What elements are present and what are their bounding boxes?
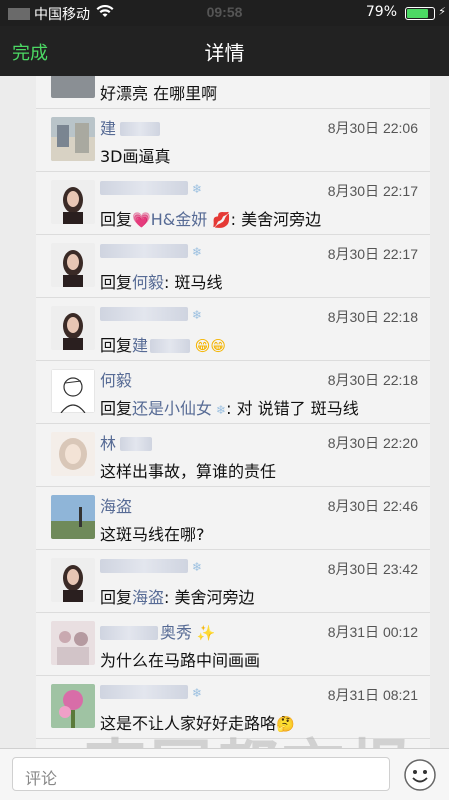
commenter-name[interactable]: ❄ xyxy=(100,304,202,323)
avatar[interactable] xyxy=(51,495,95,539)
comment-text: 回复建 😁😁 xyxy=(100,336,227,355)
comment-text: 这样出事故，算谁的责任 xyxy=(100,462,277,481)
nav-bar: 完成 详情 xyxy=(0,26,449,76)
badge-icon: ❄ xyxy=(192,560,203,574)
list-item[interactable]: 海盗 8月30日 22:46 这斑马线在哪? xyxy=(36,487,430,550)
comment-text: 回复还是小仙女 ❄: 对 说错了 斑马线 xyxy=(100,399,359,418)
comment-text: 这斑马线在哪? xyxy=(100,525,205,544)
list-item[interactable]: 何毅 8月30日 22:18 回复还是小仙女 ❄: 对 说错了 斑马线 xyxy=(36,361,430,424)
avatar[interactable] xyxy=(51,306,95,350)
comment-text: 为什么在马路中间画画 xyxy=(100,651,261,670)
comment-time: 8月30日 22:17 xyxy=(327,183,418,199)
comment-time: 8月30日 22:18 xyxy=(327,309,418,325)
comment-text: 好漂亮 在哪里啊 xyxy=(100,84,218,103)
commenter-name[interactable]: ❄ xyxy=(100,241,202,260)
badge-icon: ❄ xyxy=(192,182,203,196)
comment-time: 8月31日 08:21 xyxy=(327,687,418,703)
commenter-name[interactable]: 何毅 xyxy=(100,367,132,391)
badge-icon: ❄ xyxy=(192,245,203,259)
list-item[interactable]: ❄ 8月30日 23:42 回复海盗: 美舍河旁边 xyxy=(36,550,430,613)
lips-emoji: 💋 xyxy=(207,211,231,229)
list-item[interactable]: ❄ 8月30日 22:17 回复何毅: 斑马线 xyxy=(36,235,430,298)
commenter-name[interactable]: 海盗 xyxy=(100,493,132,517)
reply-target-link[interactable]: 还是小仙女 xyxy=(132,399,212,418)
avatar[interactable] xyxy=(51,621,95,665)
list-item[interactable]: 建 8月30日 22:06 3D画逼真 xyxy=(36,109,430,172)
page-title: 详情 xyxy=(204,41,245,65)
battery-icon xyxy=(405,7,435,20)
smiley-icon[interactable] xyxy=(403,758,437,792)
avatar[interactable] xyxy=(51,558,95,602)
comment-placeholder: 评论 xyxy=(25,769,58,788)
commenter-name[interactable]: ❄ xyxy=(100,682,202,701)
commenter-name[interactable]: ❄ xyxy=(100,556,202,575)
reply-target-link[interactable]: H&金妍 xyxy=(151,210,208,229)
reply-target-link[interactable]: 建 xyxy=(132,336,148,355)
commenter-name[interactable]: 建 xyxy=(100,115,161,139)
comment-panel: 好漂亮 在哪里啊 建 8月30日 22:06 3D画逼真 ❄ 8月30日 22:… xyxy=(36,76,430,748)
avatar[interactable] xyxy=(51,243,95,287)
comment-text: 回复何毅: 斑马线 xyxy=(100,273,223,292)
avatar[interactable] xyxy=(51,432,95,476)
comment-time: 8月30日 22:20 xyxy=(327,435,418,451)
comment-time: 8月30日 23:42 xyxy=(327,561,418,577)
list-item[interactable]: ❄ 8月30日 22:17 回复💗H&金妍 💋: 美舍河旁边 xyxy=(36,172,430,235)
commenter-name[interactable]: ❄ xyxy=(100,178,202,197)
comment-time: 8月31日 00:12 xyxy=(327,624,418,640)
status-bar: 中国移动 09:58 79% ⚡ xyxy=(0,0,449,26)
list-item[interactable]: ❄ 8月30日 22:18 回复建 😁😁 xyxy=(36,298,430,361)
comment-text: 3D画逼真 xyxy=(100,147,171,166)
grin-emoji: 😁😁 xyxy=(190,337,227,355)
badge-icon: ❄ xyxy=(192,686,203,700)
reply-target-link[interactable]: 海盗 xyxy=(132,588,164,607)
reply-target-link[interactable]: 何毅 xyxy=(132,273,164,292)
commenter-name[interactable]: 林 xyxy=(100,430,153,454)
list-item[interactable]: 奥秀 ✨ 8月31日 00:12 为什么在马路中间画画 xyxy=(36,613,430,676)
comment-bar: 评论 xyxy=(0,748,449,800)
comment-text: 回复海盗: 美舍河旁边 xyxy=(100,588,255,607)
avatar[interactable] xyxy=(51,76,95,98)
badge-icon: ❄ xyxy=(216,403,227,417)
comment-text: 回复💗H&金妍 💋: 美舍河旁边 xyxy=(100,210,322,229)
comment-time: 8月30日 22:46 xyxy=(327,498,418,514)
avatar[interactable] xyxy=(51,180,95,224)
list-item[interactable]: 林 8月30日 22:20 这样出事故，算谁的责任 xyxy=(36,424,430,487)
sparkles-emoji: ✨ xyxy=(192,624,216,642)
commenter-name[interactable]: 奥秀 ✨ xyxy=(100,619,215,643)
comment-time: 8月30日 22:06 xyxy=(327,120,418,136)
comment-input[interactable]: 评论 xyxy=(12,757,390,791)
avatar[interactable] xyxy=(51,117,95,161)
list-item[interactable]: 好漂亮 在哪里啊 xyxy=(36,76,430,109)
comment-list[interactable]: 好漂亮 在哪里啊 建 8月30日 22:06 3D画逼真 ❄ 8月30日 22:… xyxy=(0,76,449,748)
badge-icon: ❄ xyxy=(192,308,203,322)
heart-emoji: 💗 xyxy=(132,211,151,229)
avatar[interactable] xyxy=(51,369,95,413)
battery-percent: 79% xyxy=(365,4,397,20)
comment-time: 8月30日 22:18 xyxy=(327,372,418,388)
comment-time: 8月30日 22:17 xyxy=(327,246,418,262)
charging-icon: ⚡ xyxy=(438,5,446,18)
